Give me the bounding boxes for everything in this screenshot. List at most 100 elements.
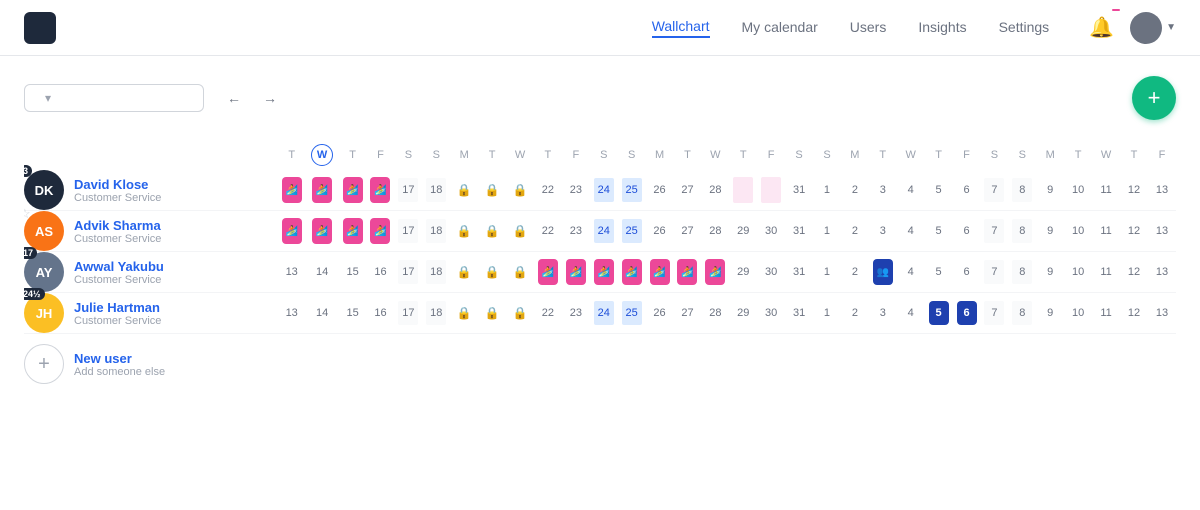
cal-cell-25[interactable]: 7 [980, 293, 1008, 334]
nav-wallchart[interactable]: Wallchart [652, 18, 710, 38]
cal-cell-24[interactable]: 6 [953, 252, 981, 293]
cal-cell-25[interactable]: 7 [980, 211, 1008, 252]
cal-cell-15[interactable]: 28 [701, 211, 729, 252]
cal-cell-2[interactable]: 🏄 [339, 211, 367, 252]
cal-cell-19[interactable]: 1 [813, 170, 841, 211]
cal-cell-0[interactable]: 🏄 [278, 170, 306, 211]
cal-cell-15[interactable]: 28 [701, 293, 729, 334]
cal-cell-31[interactable]: 13 [1148, 252, 1176, 293]
cal-cell-3[interactable]: 🏄 [367, 170, 395, 211]
cal-cell-21[interactable]: 3 [869, 293, 897, 334]
cal-cell-22[interactable]: 4 [897, 211, 925, 252]
cal-cell-17[interactable]: 30 [757, 252, 785, 293]
cal-cell-27[interactable]: 9 [1036, 211, 1064, 252]
prev-button[interactable]: ← [220, 84, 248, 112]
cal-cell-16[interactable] [729, 170, 757, 211]
add-event-button[interactable]: + [1132, 76, 1176, 120]
cal-cell-13[interactable]: 26 [646, 211, 674, 252]
cal-cell-14[interactable]: 27 [674, 170, 702, 211]
cal-cell-27[interactable]: 9 [1036, 293, 1064, 334]
cal-cell-9[interactable]: 22 [534, 293, 562, 334]
cal-cell-23[interactable]: 5 [925, 211, 953, 252]
cal-cell-2[interactable]: 15 [339, 252, 367, 293]
cal-cell-24[interactable]: 6 [953, 293, 981, 334]
notifications-button[interactable]: 🔔 [1089, 15, 1114, 40]
cal-cell-5[interactable]: 18 [422, 211, 450, 252]
cal-cell-15[interactable]: 🏄 [701, 252, 729, 293]
cal-cell-17[interactable]: 30 [757, 211, 785, 252]
cal-cell-0[interactable]: 13 [278, 252, 306, 293]
cal-cell-22[interactable]: 4 [897, 293, 925, 334]
cal-cell-24[interactable]: 6 [953, 211, 981, 252]
nav-insights[interactable]: Insights [918, 19, 966, 37]
cal-cell-16[interactable]: 29 [729, 293, 757, 334]
cal-cell-20[interactable]: 2 [841, 170, 869, 211]
cal-cell-19[interactable]: 1 [813, 252, 841, 293]
cal-cell-23[interactable]: 5 [925, 252, 953, 293]
cal-cell-28[interactable]: 10 [1064, 170, 1092, 211]
cal-cell-22[interactable]: 4 [897, 170, 925, 211]
cal-cell-21[interactable]: 👥 [869, 252, 897, 293]
cal-cell-3[interactable]: 16 [367, 293, 395, 334]
cal-cell-0[interactable]: 🏄 [278, 211, 306, 252]
cal-cell-6[interactable]: 🔒 [450, 293, 478, 334]
cal-cell-11[interactable]: 24 [590, 211, 618, 252]
cal-cell-12[interactable]: 🏄 [618, 252, 646, 293]
cal-cell-19[interactable]: 1 [813, 211, 841, 252]
cal-cell-17[interactable] [757, 170, 785, 211]
nav-my-calendar[interactable]: My calendar [742, 19, 818, 37]
cal-cell-9[interactable]: 🏄 [534, 252, 562, 293]
cal-cell-16[interactable]: 29 [729, 252, 757, 293]
cal-cell-7[interactable]: 🔒 [478, 211, 506, 252]
cal-cell-30[interactable]: 12 [1120, 252, 1148, 293]
cal-cell-27[interactable]: 9 [1036, 252, 1064, 293]
cal-cell-5[interactable]: 18 [422, 252, 450, 293]
cal-cell-7[interactable]: 🔒 [478, 293, 506, 334]
person-name[interactable]: Advik Sharma [74, 218, 161, 233]
cal-cell-23[interactable]: 5 [925, 293, 953, 334]
nav-users[interactable]: Users [850, 19, 887, 37]
cal-cell-8[interactable]: 🔒 [506, 252, 534, 293]
person-name[interactable]: Julie Hartman [74, 300, 161, 315]
cal-cell-12[interactable]: 25 [618, 170, 646, 211]
cal-cell-11[interactable]: 24 [590, 170, 618, 211]
cal-cell-8[interactable]: 🔒 [506, 170, 534, 211]
cal-cell-8[interactable]: 🔒 [506, 293, 534, 334]
cal-cell-22[interactable]: 4 [897, 252, 925, 293]
cal-cell-9[interactable]: 22 [534, 170, 562, 211]
cal-cell-13[interactable]: 26 [646, 293, 674, 334]
cal-cell-16[interactable]: 29 [729, 211, 757, 252]
cal-cell-26[interactable]: 8 [1008, 211, 1036, 252]
cal-cell-20[interactable]: 2 [841, 252, 869, 293]
cal-cell-4[interactable]: 17 [394, 211, 422, 252]
cal-cell-29[interactable]: 11 [1092, 293, 1120, 334]
cal-cell-7[interactable]: 🔒 [478, 170, 506, 211]
cal-cell-31[interactable]: 13 [1148, 211, 1176, 252]
cal-cell-5[interactable]: 18 [422, 293, 450, 334]
new-user-button[interactable]: + New user Add someone else [24, 344, 1176, 384]
cal-cell-19[interactable]: 1 [813, 293, 841, 334]
cal-cell-18[interactable]: 31 [785, 211, 813, 252]
cal-cell-28[interactable]: 10 [1064, 293, 1092, 334]
cal-cell-12[interactable]: 25 [618, 293, 646, 334]
cal-cell-8[interactable]: 🔒 [506, 211, 534, 252]
cal-cell-21[interactable]: 3 [869, 170, 897, 211]
cal-cell-30[interactable]: 12 [1120, 293, 1148, 334]
person-name[interactable]: Awwal Yakubu [74, 259, 164, 274]
nav-settings[interactable]: Settings [999, 19, 1050, 37]
cal-cell-26[interactable]: 8 [1008, 293, 1036, 334]
cal-cell-29[interactable]: 11 [1092, 170, 1120, 211]
person-name[interactable]: David Klose [74, 177, 161, 192]
cal-cell-1[interactable]: 14 [306, 293, 339, 334]
cal-cell-3[interactable]: 16 [367, 252, 395, 293]
cal-cell-25[interactable]: 7 [980, 252, 1008, 293]
cal-cell-10[interactable]: 23 [562, 170, 590, 211]
cal-cell-1[interactable]: 🏄 [306, 170, 339, 211]
cal-cell-23[interactable]: 5 [925, 170, 953, 211]
cal-cell-13[interactable]: 26 [646, 170, 674, 211]
cal-cell-4[interactable]: 17 [394, 170, 422, 211]
cal-cell-2[interactable]: 15 [339, 293, 367, 334]
cal-cell-26[interactable]: 8 [1008, 252, 1036, 293]
cal-cell-10[interactable]: 23 [562, 293, 590, 334]
cal-cell-30[interactable]: 12 [1120, 170, 1148, 211]
